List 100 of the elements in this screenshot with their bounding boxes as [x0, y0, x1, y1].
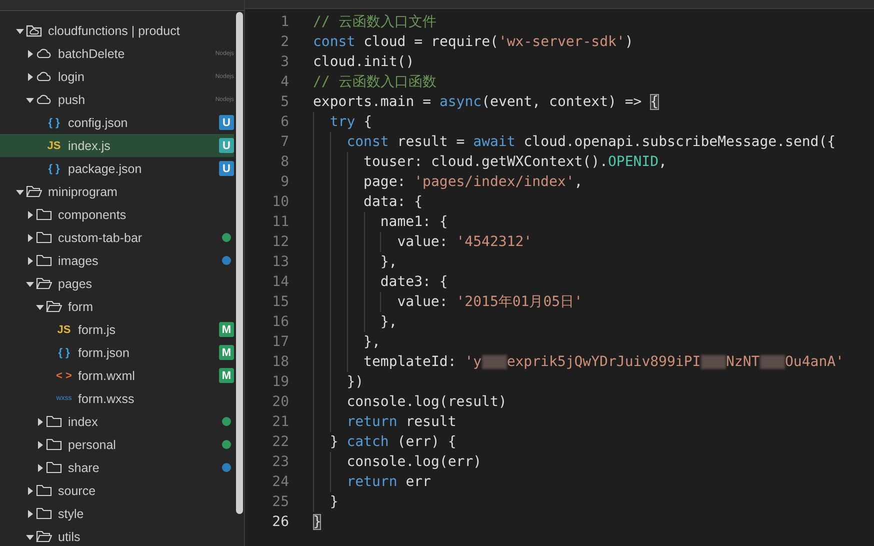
line-number: 22: [271, 433, 289, 452]
code-line: }): [313, 372, 364, 392]
tree-item[interactable]: pages: [0, 272, 234, 295]
cloud-folder-icon: [26, 24, 42, 37]
item-label: utils: [58, 530, 82, 544]
code-line: console.log(err): [313, 452, 482, 472]
code-line: templateId: 'y exprik5jQwYDrJuiv899iPI NzNT Ou4anA': [313, 352, 844, 372]
line-number: 24: [271, 473, 289, 492]
code-line: },: [313, 312, 398, 332]
line-number: 25: [271, 493, 289, 512]
status-badge: M: [219, 345, 234, 360]
cloud-icon: [36, 48, 52, 59]
line-number: 13: [271, 253, 289, 272]
item-label: form.js: [78, 322, 116, 336]
item-label: form.json: [78, 346, 130, 360]
folder-icon: [46, 415, 62, 428]
line-number: 16: [271, 313, 289, 332]
line-number: 20: [271, 393, 289, 412]
status-badge: U: [219, 161, 234, 176]
code-line: value: '2015年01月05日': [313, 292, 583, 312]
code-line: data: {: [313, 192, 423, 212]
code-line: touser: cloud.getWXContext().OPENID,: [313, 152, 667, 172]
line-number: 23: [271, 453, 289, 472]
cloud-icon: [36, 71, 52, 82]
status-badge: M: [219, 368, 234, 383]
code-line: }: [313, 492, 338, 512]
folder-icon: [36, 231, 52, 244]
tree-item[interactable]: { } package.json U: [0, 157, 234, 180]
tree-item[interactable]: utils: [0, 525, 234, 546]
line-number: 11: [271, 213, 289, 232]
item-label: form.wxss: [78, 392, 136, 406]
scrollbar-thumb[interactable]: [236, 12, 243, 514]
item-label: style: [58, 506, 85, 520]
tree-item[interactable]: miniprogram: [0, 180, 234, 203]
item-label: batchDelete: [58, 46, 126, 60]
code-line: const result = await cloud.openapi.subscribeMessage.send({: [313, 132, 836, 152]
item-label: source: [58, 484, 97, 498]
tree-item[interactable]: style: [0, 502, 234, 525]
tree-item[interactable]: form: [0, 295, 234, 318]
line-number: 8: [280, 153, 289, 172]
line-number: 7: [280, 133, 289, 152]
code-line: name1: {: [313, 212, 448, 232]
code-line: },: [313, 252, 398, 272]
code-line: exports.main = async(event, context) => {: [313, 93, 659, 112]
tree-item[interactable]: cloudfunctions | product: [0, 19, 234, 42]
line-number: 4: [280, 73, 289, 92]
status-badge: U: [219, 115, 234, 130]
code-line: // 云函数入口文件: [313, 13, 436, 32]
tree-item[interactable]: { } config.json U: [0, 111, 234, 134]
tree-item[interactable]: source: [0, 479, 234, 502]
item-label: form: [68, 300, 94, 314]
file-type-icon: { }: [46, 162, 62, 174]
tree-item[interactable]: JS index.js U: [0, 134, 234, 157]
tree-item[interactable]: index: [0, 410, 234, 433]
file-type-icon: JS: [56, 324, 72, 336]
tree-item[interactable]: { } form.json M: [0, 341, 234, 364]
status-badge: M: [219, 322, 234, 337]
item-label: pages: [58, 276, 94, 290]
item-label: personal: [68, 438, 117, 452]
line-number: 9: [280, 173, 289, 192]
line-number: 5: [280, 93, 289, 112]
line-number: 12: [271, 233, 289, 252]
line-number: 15: [271, 293, 289, 312]
file-type-icon: JS: [46, 140, 62, 152]
file-type-icon: { }: [56, 346, 72, 358]
code-line: return result: [313, 412, 456, 432]
tree-item[interactable]: images: [0, 249, 234, 272]
item-label: share: [68, 460, 100, 474]
tree-item[interactable]: share: [0, 456, 234, 479]
item-label: index: [68, 414, 99, 428]
item-label: index.js: [68, 138, 112, 152]
code-line: const cloud = require('wx-server-sdk'): [313, 33, 634, 52]
folder-open-icon: [36, 530, 52, 543]
line-number: 19: [271, 373, 289, 392]
file-type-icon: < >: [56, 370, 72, 382]
item-label: config.json: [68, 116, 129, 130]
item-label: cloudfunctions | product: [48, 24, 181, 38]
code-line: cloud.init(): [313, 53, 414, 72]
tree-item[interactable]: custom-tab-bar: [0, 226, 234, 249]
folder-icon: [36, 208, 52, 221]
code-line: page: 'pages/index/index',: [313, 172, 583, 192]
tree-item[interactable]: JS form.js M: [0, 318, 234, 341]
item-label: push: [58, 92, 86, 106]
line-number: 26: [271, 513, 289, 532]
folder-open-icon: [26, 185, 42, 198]
tree-item[interactable]: components: [0, 203, 234, 226]
line-number: 10: [271, 193, 289, 212]
file-type-icon: { }: [46, 116, 62, 128]
tree-item[interactable]: < > form.wxml M: [0, 364, 234, 387]
item-label: login: [58, 70, 86, 84]
folder-open-icon: [36, 277, 52, 290]
line-number: 18: [271, 353, 289, 372]
item-label: package.json: [68, 162, 143, 176]
tree-item[interactable]: personal: [0, 433, 234, 456]
line-number: 17: [271, 333, 289, 352]
code-line: // 云函数入口函数: [313, 73, 436, 92]
code-line: console.log(result): [313, 392, 507, 412]
code-line: } catch (err) {: [313, 432, 456, 452]
line-number: 6: [280, 113, 289, 132]
item-label: custom-tab-bar: [58, 230, 144, 244]
